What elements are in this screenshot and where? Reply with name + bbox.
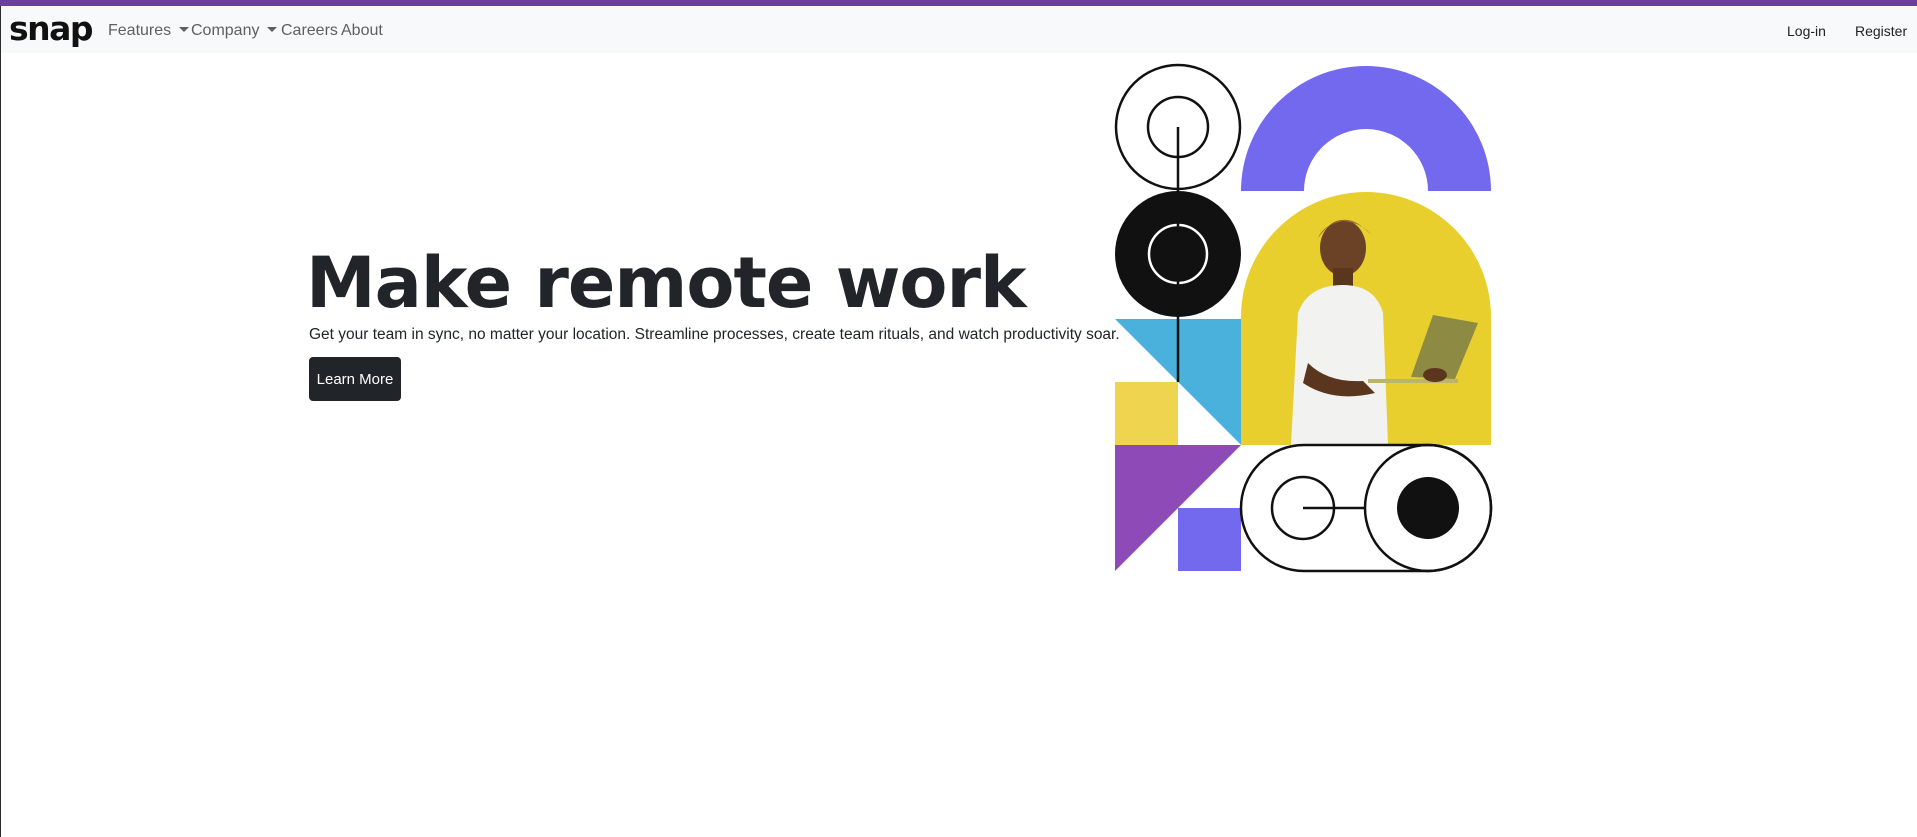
violet-arch-shape: [1241, 66, 1491, 191]
nav-item-company[interactable]: Company: [191, 21, 278, 41]
nav-item-label: About: [341, 22, 383, 39]
hero-title: Make remote work: [306, 242, 1027, 324]
login-link[interactable]: Log-in: [1787, 21, 1826, 41]
register-link[interactable]: Register: [1855, 21, 1907, 41]
navbar: snap Features Company Careers About Log-…: [1, 6, 1917, 53]
nav-item-careers[interactable]: Careers: [281, 21, 338, 41]
nav-item-label: Careers: [281, 22, 338, 39]
caret-down-icon: [267, 27, 278, 32]
learn-more-button[interactable]: Learn More: [309, 357, 401, 401]
caret-down-icon: [179, 27, 190, 32]
violet-square-shape: [1178, 508, 1241, 571]
brand-logo[interactable]: snap: [9, 9, 94, 49]
yellow-square-shape: [1115, 382, 1178, 445]
hero-illustration: [1114, 63, 1493, 573]
hero-subtitle: Get your team in sync, no matter your lo…: [309, 326, 1120, 343]
pill-dot-shape: [1397, 477, 1459, 539]
window-edge: [0, 6, 1, 837]
nav-item-about[interactable]: About: [341, 21, 383, 41]
nav-item-label: Company: [191, 22, 260, 39]
nav-item-label: Features: [108, 22, 172, 39]
nav-item-features[interactable]: Features: [108, 21, 190, 41]
